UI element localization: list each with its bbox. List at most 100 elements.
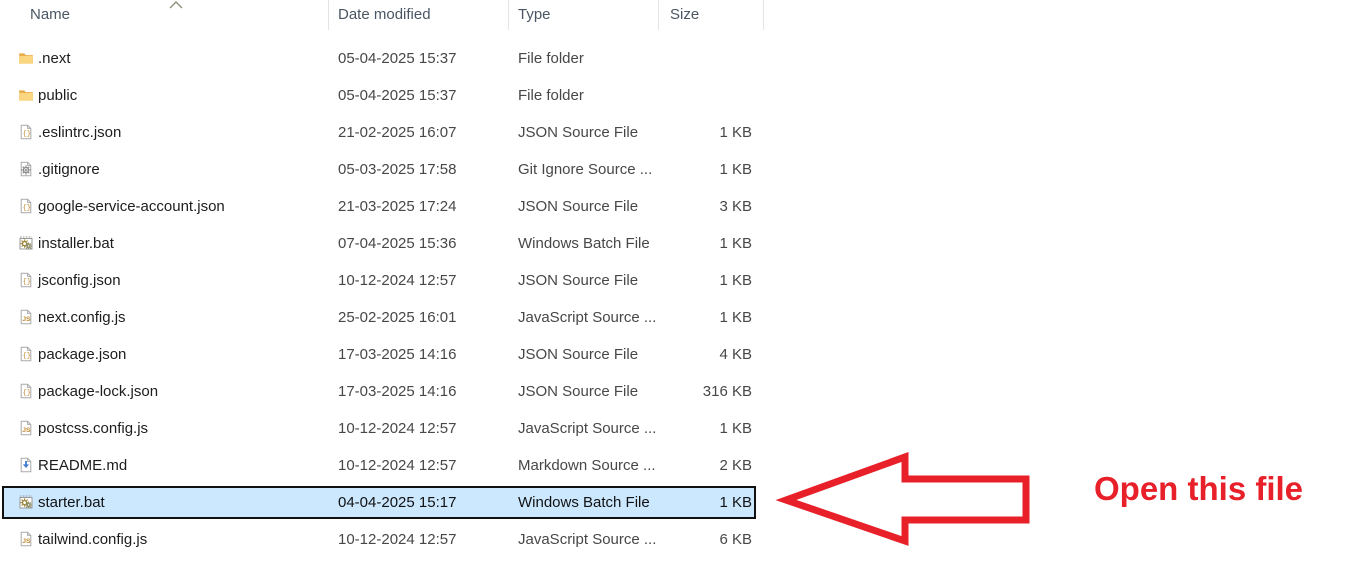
file-name: package-lock.json [38,373,158,410]
gear-icon [18,161,34,177]
file-row[interactable]: JS next.config.js 25-02-2025 16:01 JavaScri… [0,299,763,336]
file-size: 1 KB [658,225,752,262]
bat-icon [18,494,34,510]
js-icon: JS [18,531,34,547]
md-icon [18,457,34,473]
column-separator[interactable] [508,0,509,30]
svg-text:{}: {} [23,131,31,139]
column-header-row: Name Date modified Type Size [0,0,770,30]
file-row[interactable]: {} jsconfig.json 10-12-2024 12:57 JSON Sour… [0,262,763,299]
file-row[interactable]: .next05-04-2025 15:37File folder [0,40,763,77]
file-date-modified: 25-02-2025 16:01 [338,299,456,336]
file-date-modified: 21-02-2025 16:07 [338,114,456,151]
file-type: Git Ignore Source ... [518,151,652,188]
file-date-modified: 10-12-2024 12:57 [338,410,456,447]
file-size: 1 KB [658,484,752,521]
column-separator[interactable] [328,0,329,30]
svg-text:{}: {} [23,205,31,213]
json-icon: {} [18,346,34,362]
file-size: 4 KB [658,336,752,373]
file-type: JSON Source File [518,373,638,410]
file-type: JSON Source File [518,188,638,225]
file-name: tailwind.config.js [38,521,147,558]
file-row[interactable]: starter.bat 04-04-2025 15:17 Windows Batch… [0,484,763,521]
file-name: next.config.js [38,299,126,336]
file-type: JavaScript Source ... [518,299,656,336]
file-type: File folder [518,40,584,77]
file-date-modified: 21-03-2025 17:24 [338,188,456,225]
js-icon: JS [18,420,34,436]
file-name: .next [38,40,71,77]
file-row[interactable]: .gitignore 05-03-2025 17:58 Git Ignore Sou… [0,151,763,188]
file-size [658,77,752,114]
file-name: starter.bat [38,484,105,521]
svg-text:{}: {} [23,279,31,287]
file-size: 1 KB [658,151,752,188]
svg-text:{}: {} [23,353,31,361]
file-type: JSON Source File [518,262,638,299]
file-type: Windows Batch File [518,484,650,521]
folder-icon [18,50,34,66]
file-name: google-service-account.json [38,188,225,225]
file-row[interactable]: {} package.json 17-03-2025 14:16 JSON Sourc… [0,336,763,373]
file-date-modified: 10-12-2024 12:57 [338,521,456,558]
file-size: 1 KB [658,410,752,447]
column-separator[interactable] [763,0,764,30]
column-header-date-modified[interactable]: Date modified [338,6,431,23]
sort-ascending-icon [169,1,183,10]
file-row[interactable]: installer.bat 07-04-2025 15:36 Windows Bat… [0,225,763,262]
file-type: JSON Source File [518,336,638,373]
file-row[interactable]: {} google-service-account.json 21-03-2025 … [0,188,763,225]
file-date-modified: 05-03-2025 17:58 [338,151,456,188]
file-date-modified: 05-04-2025 15:37 [338,77,456,114]
file-row[interactable]: {} package-lock.json 17-03-2025 14:16 JSON … [0,373,763,410]
annotation-text: Open this file [1094,470,1303,508]
file-type: JavaScript Source ... [518,521,656,558]
file-type: JavaScript Source ... [518,410,656,447]
file-date-modified: 07-04-2025 15:36 [338,225,456,262]
file-date-modified: 04-04-2025 15:17 [338,484,456,521]
json-icon: {} [18,198,34,214]
column-separator[interactable] [658,0,659,30]
file-size: 316 KB [658,373,752,410]
file-row[interactable]: {} .eslintrc.json 21-02-2025 16:07 JSON Sou… [0,114,763,151]
file-type: File folder [518,77,584,114]
file-size: 1 KB [658,114,752,151]
json-icon: {} [18,272,34,288]
file-size [658,40,752,77]
file-date-modified: 10-12-2024 12:57 [338,262,456,299]
column-header-size[interactable]: Size [670,6,699,23]
file-date-modified: 17-03-2025 14:16 [338,373,456,410]
svg-text:JS: JS [22,427,31,434]
file-type: Windows Batch File [518,225,650,262]
file-name: installer.bat [38,225,114,262]
column-header-name[interactable]: Name [30,6,70,23]
bat-icon [18,235,34,251]
file-row[interactable]: public 05-04-2025 15:37 File folder [0,77,763,114]
file-name: jsconfig.json [38,262,121,299]
file-row[interactable]: README.md 10-12-2024 12:57 Markdown Source… [0,447,763,484]
file-type: JSON Source File [518,114,638,151]
json-icon: {} [18,124,34,140]
file-size: 3 KB [658,188,752,225]
js-icon: JS [18,309,34,325]
file-name: public [38,77,77,114]
file-row[interactable]: JSpostcss.config.js10-12-2024 12:57JavaS… [0,410,763,447]
svg-text:{}: {} [23,390,31,398]
folder-icon [18,87,34,103]
file-name: .gitignore [38,151,100,188]
file-row[interactable]: JStailwind.config.js 10-12-2024 12:57 Java… [0,521,763,558]
file-size: 6 KB [658,521,752,558]
file-size: 2 KB [658,447,752,484]
column-header-type[interactable]: Type [518,6,551,23]
file-size: 1 KB [658,262,752,299]
svg-text:JS: JS [22,316,31,323]
file-name: package.json [38,336,126,373]
file-name: .eslintrc.json [38,114,121,151]
file-type: Markdown Source ... [518,447,656,484]
file-size: 1 KB [658,299,752,336]
file-name: README.md [38,447,127,484]
file-date-modified: 10-12-2024 12:57 [338,447,456,484]
file-date-modified: 17-03-2025 14:16 [338,336,456,373]
json-icon: {} [18,383,34,399]
